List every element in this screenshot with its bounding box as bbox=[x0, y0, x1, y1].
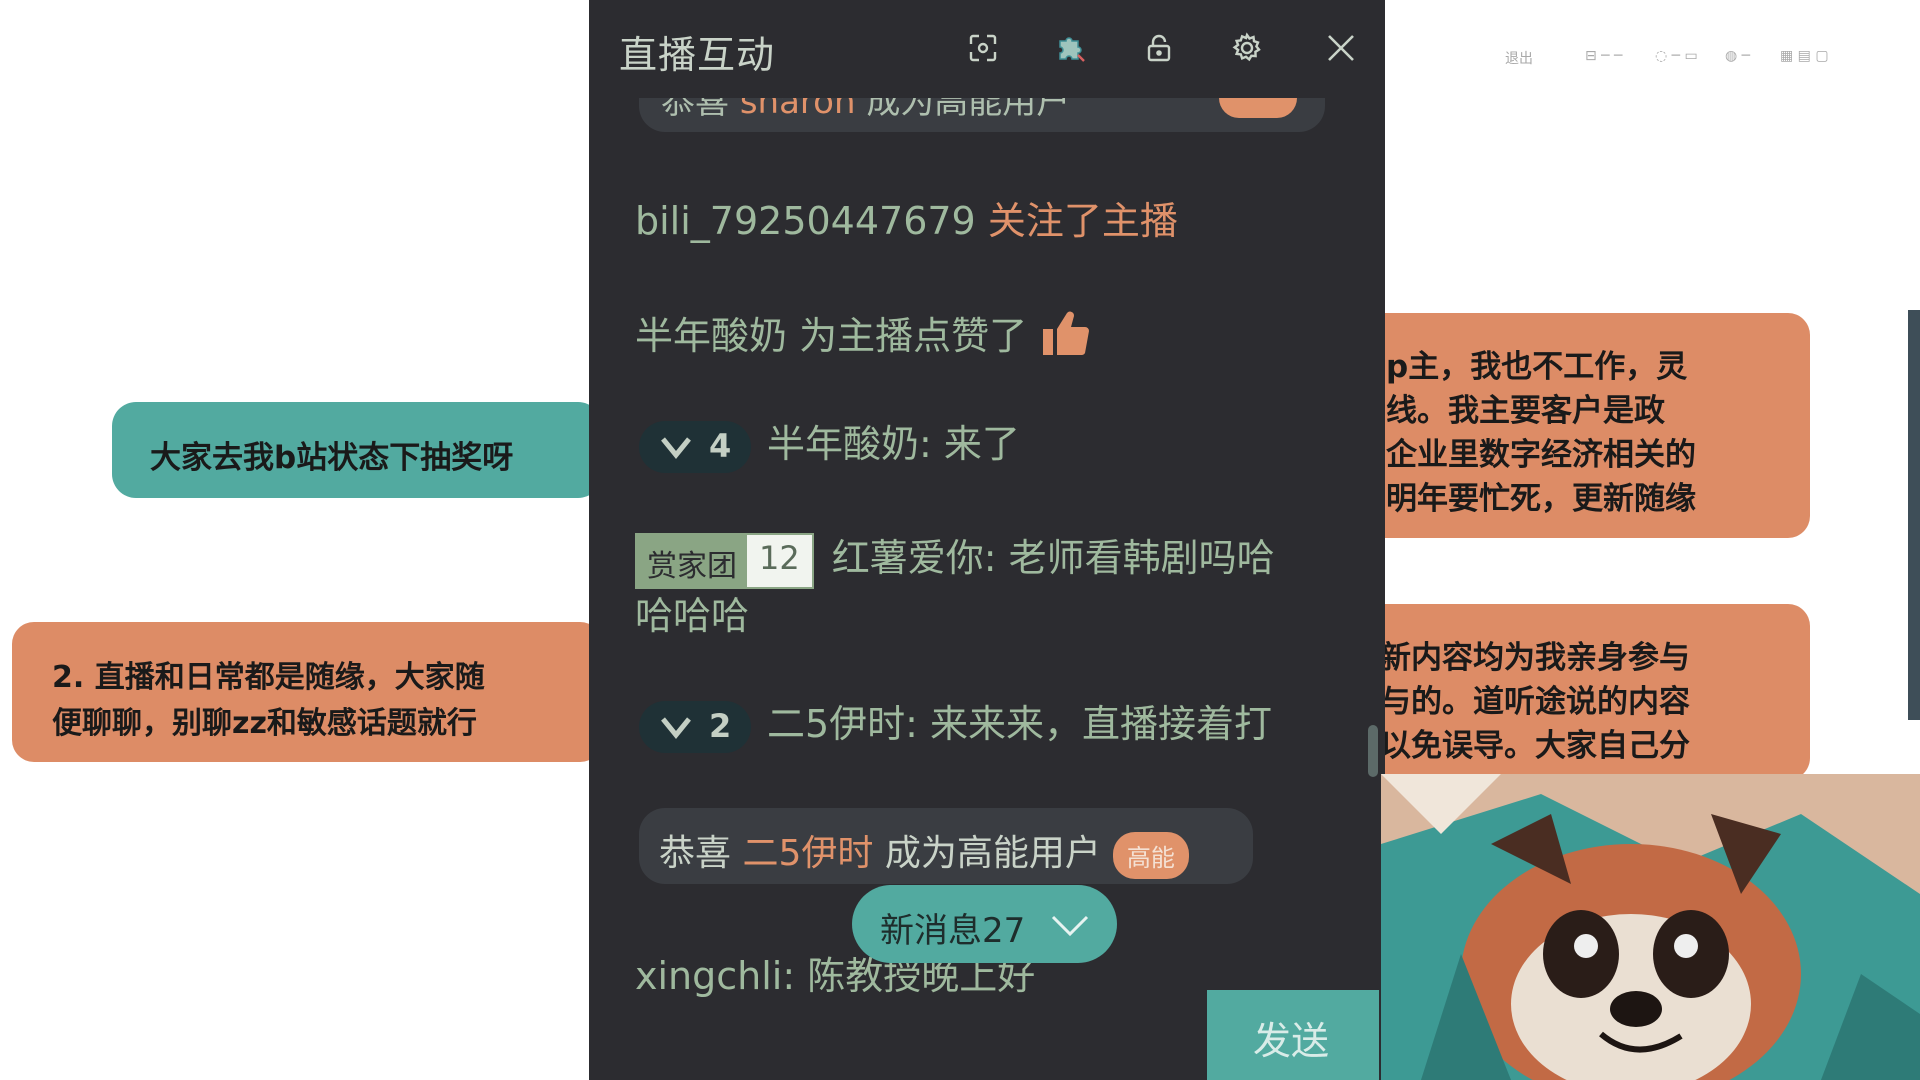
chat-message-fan: 赏家团 12 红薯爱你: 老师看韩剧吗哈 bbox=[635, 527, 1275, 589]
fan-medal-name: 赏家团 bbox=[637, 534, 747, 587]
message-follow: bili_79250447679 关注了主播 bbox=[635, 190, 1178, 245]
panel-header: 直播互动 bbox=[589, 0, 1385, 98]
top-right-toolbar: 退出 ⊟ ─ ─ ◌ ─ ▭ ◍ ─ ▦ ▤ ▢ bbox=[1505, 40, 1885, 110]
lottery-sticker: 大家去我b站状态下抽奖呀 bbox=[112, 402, 602, 498]
new-messages-button[interactable]: 新消息27 bbox=[852, 885, 1117, 963]
intro-line-2: 线。我主要客户是政 bbox=[1386, 393, 1665, 429]
send-button[interactable]: 发送 bbox=[1207, 990, 1379, 1080]
settings-icon[interactable] bbox=[1231, 32, 1263, 64]
chat-scrollbar-thumb[interactable] bbox=[1368, 725, 1378, 777]
congrats-user[interactable]: 二5伊时 bbox=[742, 833, 873, 874]
message-action: 为主播点赞了 bbox=[799, 314, 1028, 358]
rules-line-2: 便聊聊，别聊zz和敏感话题就行 bbox=[52, 706, 477, 741]
lock-icon[interactable] bbox=[1143, 32, 1175, 64]
rules-line-1: 2. 直播和日常都是随缘，大家随 bbox=[52, 660, 485, 695]
intro-line-1: p主，我也不工作，灵 bbox=[1386, 349, 1688, 385]
message-user[interactable]: 半年酸奶 bbox=[635, 314, 787, 358]
intro-line-3: 企业里数字经济相关的 bbox=[1386, 437, 1696, 473]
badge-level: 4 bbox=[709, 426, 732, 465]
message-text: 红薯爱你: 老师看韩剧吗哈 bbox=[831, 536, 1275, 580]
right-edge-bar bbox=[1908, 310, 1920, 720]
shrink-icon[interactable] bbox=[967, 32, 999, 64]
send-label: 发送 bbox=[1253, 1019, 1330, 1063]
message-like: 半年酸奶 为主播点赞了 bbox=[635, 305, 1091, 368]
thumbs-up-icon bbox=[1039, 309, 1091, 368]
congrats-prefix: 恭喜 bbox=[659, 833, 732, 874]
note-line-1: 新内容均为我亲身参与 bbox=[1380, 640, 1690, 676]
fan-medal-badge: 赏家团 12 bbox=[635, 532, 814, 589]
toolbar-icon-1[interactable]: ⊟ ─ ─ bbox=[1585, 48, 1623, 64]
chat-message: 2 二5伊时: 来来来，直播接着打 bbox=[639, 693, 1272, 753]
message-action: 关注了主播 bbox=[987, 199, 1178, 243]
guard-level-badge: 4 bbox=[639, 420, 751, 473]
toolbar-icon-2[interactable]: ◌ ─ ▭ bbox=[1655, 48, 1698, 64]
puzzle-icon[interactable] bbox=[1055, 32, 1087, 64]
intro-line-4: 明年要忙死，更新随缘 bbox=[1386, 481, 1696, 517]
message-text-cont: 哈哈哈 bbox=[635, 594, 750, 638]
chevron-down-icon bbox=[1051, 915, 1089, 937]
note-line-3: 以免误导。大家自己分 bbox=[1380, 728, 1690, 764]
chevron-down-icon bbox=[661, 436, 691, 459]
chat-message: 4 半年酸奶: 来了 bbox=[639, 413, 1020, 473]
chat-message-fan-cont: 哈哈哈 bbox=[635, 585, 749, 640]
live-interaction-panel: 直播互动 恭喜 sharon 成为高能用户 bili_79250447679 关… bbox=[589, 0, 1385, 1080]
message-text: 半年酸奶: 来了 bbox=[767, 422, 1020, 466]
exit-label[interactable]: 退出 bbox=[1505, 48, 1533, 68]
toolbar-icon-3[interactable]: ◍ ─ bbox=[1725, 48, 1750, 64]
toolbar-icon-4[interactable]: ▦ ▤ ▢ bbox=[1780, 48, 1829, 64]
congrats-banner: 恭喜 二5伊时 成为高能用户 高能 bbox=[639, 808, 1253, 884]
message-text: 二5伊时: 来来来，直播接着打 bbox=[767, 702, 1273, 746]
message-user[interactable]: bili_79250447679 bbox=[635, 199, 976, 243]
badge-level: 2 bbox=[709, 706, 732, 745]
high-energy-tag: 高能 bbox=[1112, 831, 1189, 879]
streamer-avatar-image bbox=[1381, 774, 1920, 1080]
rules-sticker: 2. 直播和日常都是随缘，大家随 便聊聊，别聊zz和敏感话题就行 bbox=[12, 622, 602, 762]
new-messages-label: 新消息27 bbox=[880, 911, 1026, 951]
chevron-down-icon bbox=[661, 716, 691, 739]
lottery-text: 大家去我b站状态下抽奖呀 bbox=[150, 440, 514, 476]
note-line-2: 与的。道听途说的内容 bbox=[1380, 684, 1690, 720]
close-icon[interactable] bbox=[1325, 32, 1357, 64]
fan-medal-level: 12 bbox=[747, 534, 812, 587]
panel-title: 直播互动 bbox=[619, 33, 776, 77]
guard-level-badge: 2 bbox=[639, 700, 751, 753]
congrats-suffix: 成为高能用户 bbox=[884, 833, 1101, 874]
